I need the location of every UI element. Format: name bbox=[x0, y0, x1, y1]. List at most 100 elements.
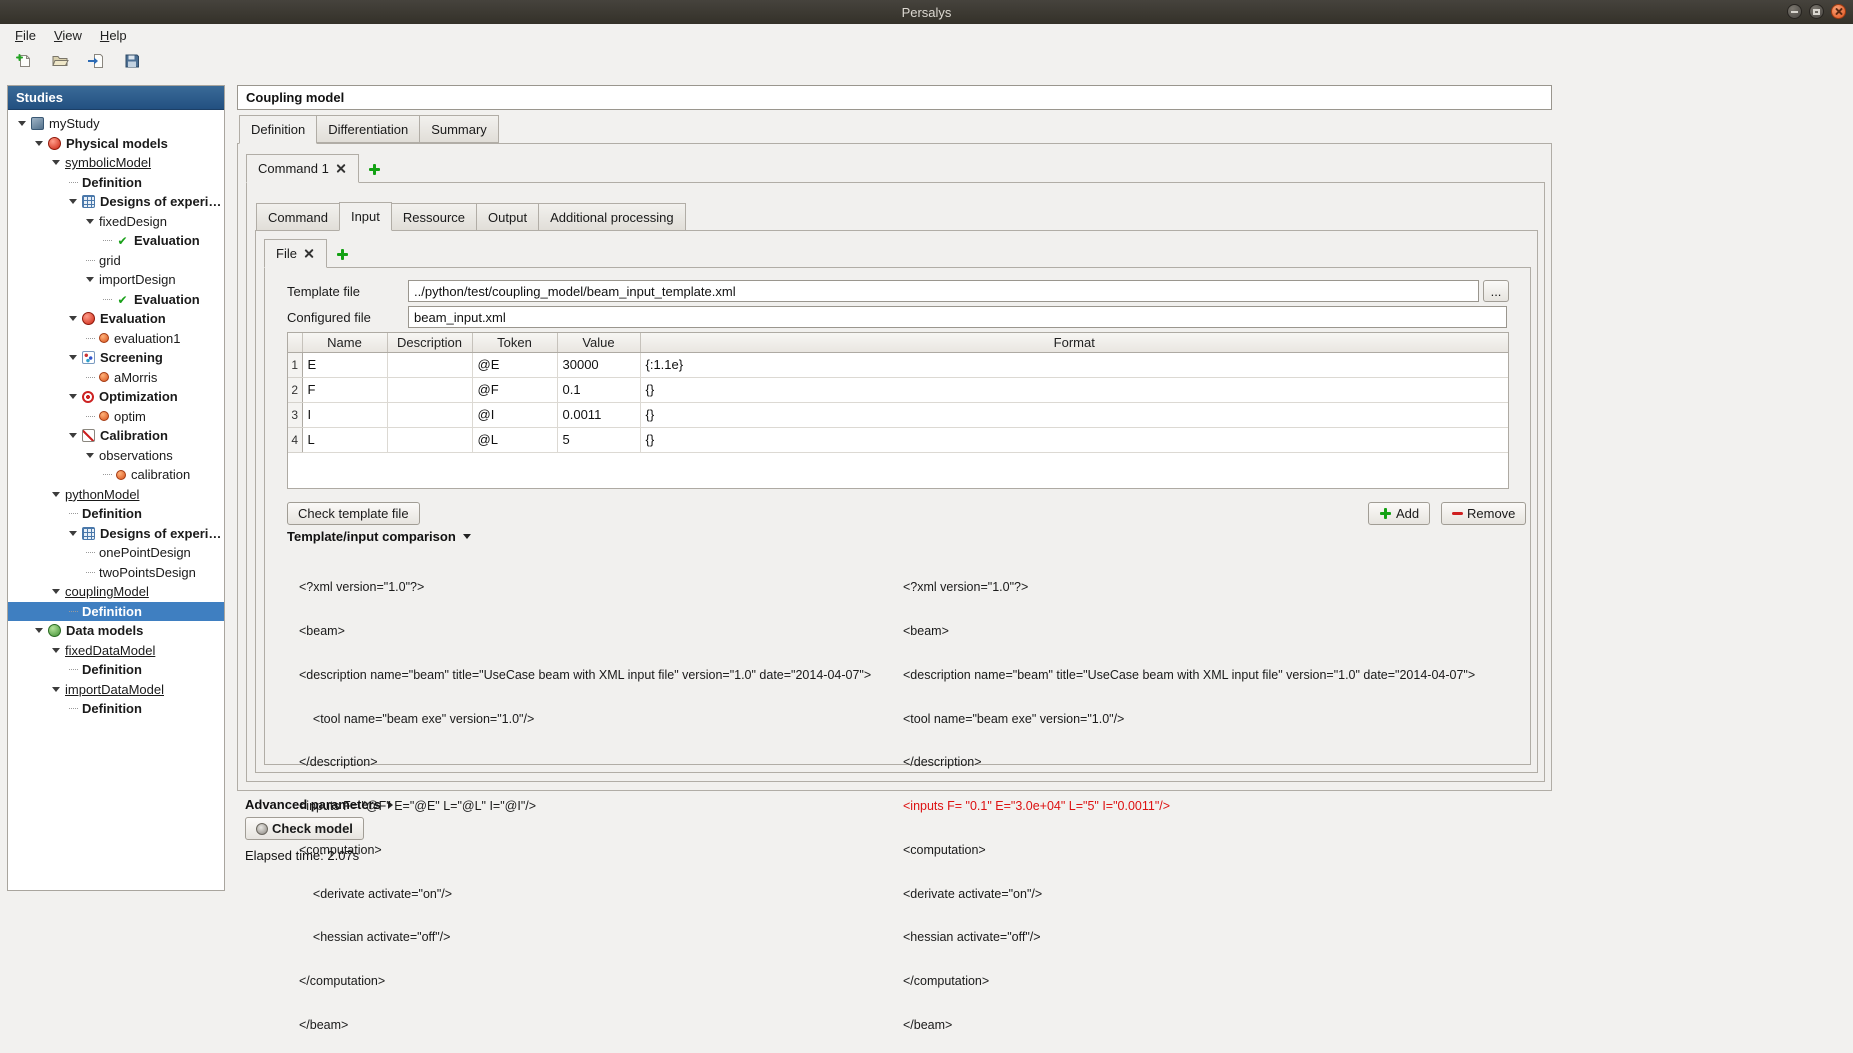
tree-item-designs-of-experiments[interactable]: Designs of experi… bbox=[8, 192, 224, 212]
expander-icon[interactable] bbox=[69, 316, 77, 321]
expander-icon[interactable] bbox=[69, 199, 77, 204]
tree-item-fixeddatamodel-definition[interactable]: Definition bbox=[8, 660, 224, 680]
open-study-button[interactable] bbox=[48, 49, 72, 73]
template-file-input[interactable] bbox=[408, 280, 1479, 302]
cell-format[interactable]: {} bbox=[640, 427, 1508, 452]
menu-file[interactable]: File bbox=[6, 25, 45, 46]
tab-summary[interactable]: Summary bbox=[419, 115, 499, 143]
add-row-button[interactable]: Add bbox=[1368, 502, 1430, 525]
tab-definition[interactable]: Definition bbox=[239, 115, 317, 144]
configured-file-input[interactable] bbox=[408, 306, 1507, 328]
tree-item-physical-models[interactable]: Physical models bbox=[8, 134, 224, 154]
tree-item-onepointdesign[interactable]: onePointDesign bbox=[8, 543, 224, 563]
tree-item-calibration[interactable]: Calibration bbox=[8, 426, 224, 446]
tree-item-twopointsdesign[interactable]: twoPointsDesign bbox=[8, 563, 224, 583]
tree-item-optim[interactable]: optim bbox=[8, 407, 224, 427]
cell-format[interactable]: {} bbox=[640, 377, 1508, 402]
new-study-button[interactable] bbox=[12, 49, 36, 73]
expander-icon[interactable] bbox=[52, 589, 60, 594]
cell-token[interactable]: @I bbox=[472, 402, 557, 427]
expander-icon[interactable] bbox=[18, 121, 26, 126]
expander-icon[interactable] bbox=[86, 219, 94, 224]
tab-additional-processing[interactable]: Additional processing bbox=[538, 203, 686, 231]
tree-item-symbolicmodel-definition[interactable]: Definition bbox=[8, 173, 224, 193]
add-command-button[interactable] bbox=[363, 157, 387, 181]
template-input-comparison-toggle[interactable]: Template/input comparison bbox=[287, 529, 471, 544]
tree-item-mystudy[interactable]: myStudy bbox=[8, 114, 224, 134]
cell-value[interactable]: 5 bbox=[557, 427, 640, 452]
expander-icon[interactable] bbox=[69, 355, 77, 360]
tree-item-pythonmodel[interactable]: pythonModel bbox=[8, 485, 224, 505]
check-template-file-button[interactable]: Check template file bbox=[287, 502, 420, 525]
cell-description[interactable] bbox=[387, 377, 472, 402]
tab-differentiation[interactable]: Differentiation bbox=[316, 115, 420, 143]
tree-item-couplingmodel[interactable]: couplingModel bbox=[8, 582, 224, 602]
tree-item-calibration-result[interactable]: calibration bbox=[8, 465, 224, 485]
cell-name[interactable]: I bbox=[302, 402, 387, 427]
tree-item-optimization[interactable]: Optimization bbox=[8, 387, 224, 407]
expander-icon[interactable] bbox=[69, 394, 77, 399]
tree-item-symbolicmodel[interactable]: symbolicModel bbox=[8, 153, 224, 173]
cell-description[interactable] bbox=[387, 427, 472, 452]
expander-icon[interactable] bbox=[35, 141, 43, 146]
tree-item-fixeddesign[interactable]: fixedDesign bbox=[8, 212, 224, 232]
cell-description[interactable] bbox=[387, 402, 472, 427]
tree-item-evaluation-group[interactable]: Evaluation bbox=[8, 309, 224, 329]
row-number[interactable]: 4 bbox=[288, 427, 302, 452]
cell-format[interactable]: {:1.1e} bbox=[640, 352, 1508, 377]
expander-icon[interactable] bbox=[35, 628, 43, 633]
expander-icon[interactable] bbox=[69, 531, 77, 536]
remove-row-button[interactable]: Remove bbox=[1441, 502, 1526, 525]
cell-token[interactable]: @E bbox=[472, 352, 557, 377]
tree-item-grid[interactable]: grid bbox=[8, 251, 224, 271]
tree-item-importdatamodel[interactable]: importDataModel bbox=[8, 680, 224, 700]
expander-icon[interactable] bbox=[86, 453, 94, 458]
expander-icon[interactable] bbox=[52, 648, 60, 653]
maximize-button[interactable] bbox=[1809, 4, 1824, 19]
tree-item-data-models[interactable]: Data models bbox=[8, 621, 224, 641]
tree-item-pythonmodel-definition[interactable]: Definition bbox=[8, 504, 224, 524]
cell-name[interactable]: F bbox=[302, 377, 387, 402]
tree-item-fixeddatamodel[interactable]: fixedDataModel bbox=[8, 641, 224, 661]
close-tab-icon[interactable] bbox=[336, 163, 347, 174]
expander-icon[interactable] bbox=[52, 687, 60, 692]
tab-command-1[interactable]: Command 1 bbox=[246, 154, 359, 183]
tree-item-evaluation[interactable]: Evaluation bbox=[8, 231, 224, 251]
tab-file[interactable]: File bbox=[264, 239, 327, 268]
expander-icon[interactable] bbox=[69, 433, 77, 438]
close-tab-icon[interactable] bbox=[304, 248, 315, 259]
cell-name[interactable]: L bbox=[302, 427, 387, 452]
tab-ressource[interactable]: Ressource bbox=[391, 203, 477, 231]
row-number[interactable]: 1 bbox=[288, 352, 302, 377]
tree-item-observations[interactable]: observations bbox=[8, 446, 224, 466]
cell-description[interactable] bbox=[387, 352, 472, 377]
expander-icon[interactable] bbox=[52, 492, 60, 497]
tree-item-designs-of-experiments[interactable]: Designs of experi… bbox=[8, 524, 224, 544]
tree-item-couplingmodel-definition[interactable]: Definition bbox=[8, 602, 224, 622]
cell-name[interactable]: E bbox=[302, 352, 387, 377]
minimize-button[interactable] bbox=[1787, 4, 1802, 19]
cell-token[interactable]: @L bbox=[472, 427, 557, 452]
cell-value[interactable]: 0.0011 bbox=[557, 402, 640, 427]
tab-command[interactable]: Command bbox=[256, 203, 340, 231]
expander-icon[interactable] bbox=[52, 160, 60, 165]
import-script-button[interactable] bbox=[84, 49, 108, 73]
tree-item-importdatamodel-definition[interactable]: Definition bbox=[8, 699, 224, 719]
cell-format[interactable]: {} bbox=[640, 402, 1508, 427]
menu-help[interactable]: Help bbox=[91, 25, 136, 46]
save-study-button[interactable] bbox=[120, 49, 144, 73]
tree-item-evaluation1[interactable]: evaluation1 bbox=[8, 329, 224, 349]
tree-item-importdesign[interactable]: importDesign bbox=[8, 270, 224, 290]
tab-input[interactable]: Input bbox=[339, 202, 392, 231]
tree-item-amorris[interactable]: aMorris bbox=[8, 368, 224, 388]
cell-token[interactable]: @F bbox=[472, 377, 557, 402]
tree-item-screening[interactable]: Screening bbox=[8, 348, 224, 368]
row-number[interactable]: 2 bbox=[288, 377, 302, 402]
menu-view[interactable]: View bbox=[45, 25, 91, 46]
tab-output[interactable]: Output bbox=[476, 203, 539, 231]
cell-value[interactable]: 30000 bbox=[557, 352, 640, 377]
tree-item-evaluation[interactable]: Evaluation bbox=[8, 290, 224, 310]
browse-button[interactable]: ... bbox=[1483, 280, 1509, 302]
cell-value[interactable]: 0.1 bbox=[557, 377, 640, 402]
expander-icon[interactable] bbox=[86, 277, 94, 282]
